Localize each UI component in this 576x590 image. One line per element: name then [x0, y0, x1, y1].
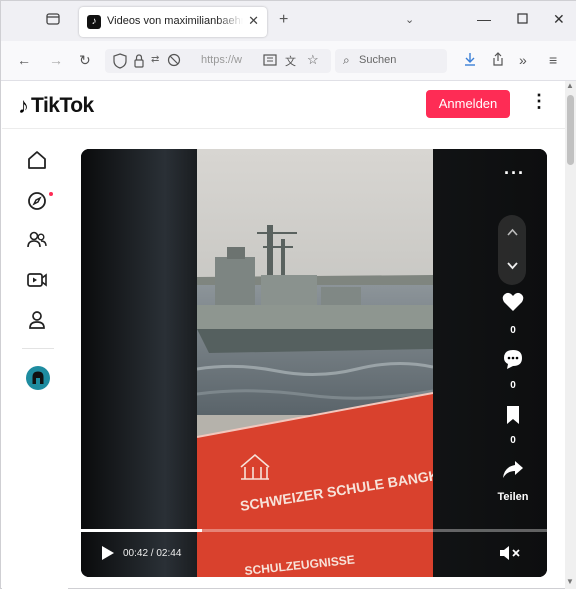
- sidebar: [2, 129, 68, 590]
- minimize-icon[interactable]: —: [477, 11, 491, 27]
- tiktok-header: ♪ TikTok Anmelden ⋮: [2, 81, 565, 129]
- tiktok-note-icon: ♪: [18, 93, 29, 118]
- live-creator-avatar[interactable]: [26, 366, 50, 390]
- autoplay-blocked-icon[interactable]: [167, 53, 181, 72]
- search-box[interactable]: ⌕ Suchen: [335, 49, 447, 73]
- address-bar[interactable]: ⇄ https://w 文 ☆: [105, 49, 331, 73]
- overflow-chevron-icon[interactable]: »: [519, 52, 527, 68]
- mute-icon[interactable]: [499, 545, 521, 561]
- maximize-icon[interactable]: [517, 11, 528, 27]
- tiktok-logo-text: TikTok: [31, 94, 94, 117]
- explore-icon[interactable]: [26, 190, 48, 212]
- share-label: Teilen: [497, 491, 529, 503]
- comment-icon[interactable]: [500, 348, 526, 375]
- tab-bar: ♪ Videos von maximilianbaehring ✕ + ⌄ — …: [1, 1, 576, 41]
- like-icon[interactable]: [500, 292, 526, 317]
- comment-count: 0: [510, 380, 516, 391]
- next-video-icon[interactable]: [507, 261, 518, 273]
- page-scrollbar[interactable]: ▲ ▼: [565, 81, 576, 589]
- reader-view-icon[interactable]: [263, 53, 277, 72]
- forward-icon[interactable]: →: [49, 52, 63, 68]
- bookmark-count: 0: [510, 435, 516, 446]
- scroll-up-icon[interactable]: ▲: [566, 81, 574, 90]
- video-more-options-icon[interactable]: ···: [504, 163, 525, 184]
- progress-fill: [81, 529, 203, 532]
- search-input[interactable]: Suchen: [359, 54, 396, 66]
- shield-icon[interactable]: [113, 53, 127, 74]
- back-icon[interactable]: ←: [17, 52, 31, 68]
- tab-title: Videos von maximilianbaehring: [107, 15, 243, 27]
- share-page-icon[interactable]: [491, 51, 505, 72]
- progress-bar[interactable]: [81, 529, 547, 532]
- play-icon[interactable]: [101, 545, 115, 561]
- like-count: 0: [510, 325, 516, 336]
- login-button[interactable]: Anmelden: [426, 90, 510, 118]
- previous-video-icon[interactable]: [507, 227, 518, 239]
- tab-overview-icon[interactable]: [45, 11, 67, 31]
- home-icon[interactable]: [26, 149, 48, 171]
- download-icon[interactable]: [463, 51, 477, 72]
- tiktok-favicon-icon: ♪: [87, 15, 101, 29]
- scroll-down-icon[interactable]: ▼: [566, 577, 574, 586]
- list-tabs-icon[interactable]: ⌄: [405, 13, 414, 26]
- video-frame: SCHWEIZER SCHULE BANGK SCHULZEUGNISSE: [197, 149, 433, 577]
- bookmark-star-icon[interactable]: ☆: [307, 52, 319, 68]
- video-navigation: [498, 215, 526, 285]
- navigation-bar: ← → ↻ ⇄ https://w 文 ☆ ⌕ Suchen » ≡: [1, 41, 576, 81]
- bookmark-icon[interactable]: [500, 405, 526, 430]
- browser-window: ♪ Videos von maximilianbaehring ✕ + ⌄ — …: [0, 0, 576, 590]
- explore-notification-dot: [49, 192, 53, 196]
- new-tab-button[interactable]: +: [279, 11, 288, 29]
- more-options-icon[interactable]: ⋮: [530, 91, 548, 112]
- profile-icon[interactable]: [26, 309, 48, 331]
- reload-icon[interactable]: ↻: [79, 52, 91, 69]
- live-tv-icon[interactable]: [26, 269, 48, 291]
- close-tab-icon[interactable]: ✕: [248, 13, 259, 29]
- url-text: https://w: [201, 54, 242, 66]
- share-icon[interactable]: [500, 459, 526, 484]
- tiktok-logo[interactable]: ♪ TikTok: [18, 93, 94, 119]
- close-window-icon[interactable]: ✕: [553, 11, 565, 28]
- time-display: 00:42 / 02:44: [123, 548, 182, 559]
- lock-icon[interactable]: [133, 53, 145, 74]
- search-icon: ⌕: [343, 53, 350, 67]
- translate-icon[interactable]: 文: [285, 53, 296, 69]
- following-icon[interactable]: [26, 229, 48, 251]
- scroll-thumb[interactable]: [567, 95, 574, 165]
- sidebar-divider: [22, 348, 54, 349]
- active-tab[interactable]: ♪ Videos von maximilianbaehring ✕: [79, 7, 267, 37]
- permissions-icon[interactable]: ⇄: [151, 54, 159, 65]
- video-player[interactable]: SCHWEIZER SCHULE BANGK SCHULZEUGNISSE ··…: [81, 149, 547, 577]
- menu-icon[interactable]: ≡: [549, 52, 557, 68]
